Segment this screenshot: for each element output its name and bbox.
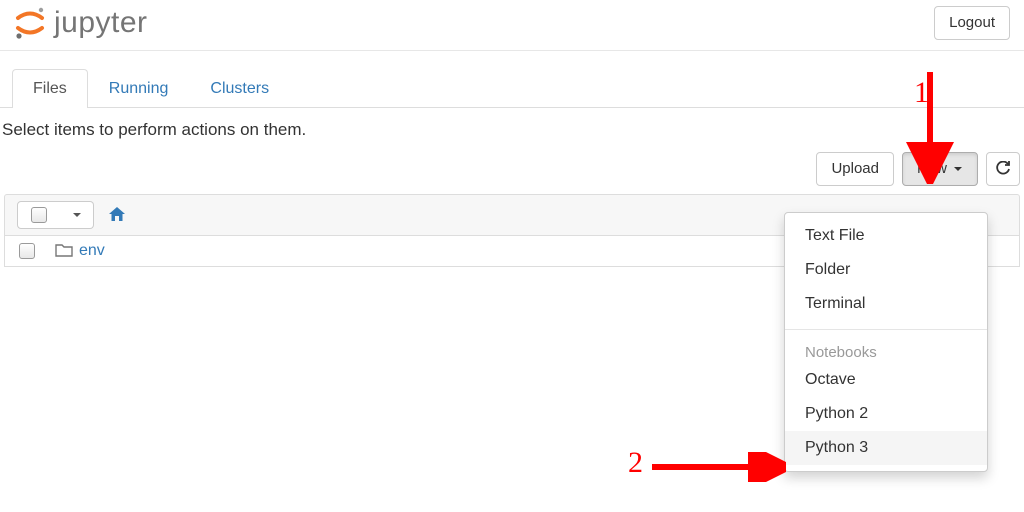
logout-button[interactable]: Logout bbox=[934, 6, 1010, 40]
upload-button[interactable]: Upload bbox=[816, 152, 894, 186]
menu-item-terminal[interactable]: Terminal bbox=[785, 287, 987, 321]
home-icon bbox=[108, 206, 126, 222]
jupyter-logo: jupyter bbox=[14, 6, 148, 40]
header: jupyter Logout bbox=[0, 0, 1024, 51]
new-button[interactable]: New bbox=[902, 152, 978, 186]
toolbar: Upload New bbox=[0, 152, 1024, 194]
sort-dropdown[interactable] bbox=[60, 201, 94, 229]
select-all-checkbox[interactable] bbox=[31, 207, 47, 223]
menu-item-octave[interactable]: Octave bbox=[785, 363, 987, 397]
select-all-wrapper[interactable] bbox=[17, 201, 61, 229]
annotation-number-2: 2 bbox=[628, 446, 643, 480]
menu-item-textfile[interactable]: Text File bbox=[785, 219, 987, 253]
refresh-icon bbox=[995, 161, 1011, 177]
refresh-button[interactable] bbox=[986, 152, 1020, 186]
menu-item-folder[interactable]: Folder bbox=[785, 253, 987, 287]
caret-down-icon bbox=[953, 164, 963, 174]
jupyter-dashboard: jupyter Logout Files Running Clusters Se… bbox=[0, 0, 1024, 512]
caret-down-icon bbox=[72, 210, 82, 220]
breadcrumb-home[interactable] bbox=[108, 206, 126, 225]
folder-icon bbox=[55, 243, 73, 260]
tab-running[interactable]: Running bbox=[88, 69, 190, 108]
jupyter-planet-icon bbox=[14, 6, 46, 40]
row-checkbox[interactable] bbox=[19, 243, 35, 259]
new-dropdown-menu: Text File Folder Terminal Notebooks Octa… bbox=[784, 212, 988, 472]
tab-clusters[interactable]: Clusters bbox=[189, 69, 290, 108]
instruction-text: Select items to perform actions on them. bbox=[0, 108, 1024, 152]
menu-section-notebooks: Notebooks bbox=[785, 338, 987, 363]
logo-text: jupyter bbox=[54, 6, 148, 40]
tab-files[interactable]: Files bbox=[12, 69, 88, 108]
annotation-arrow-2 bbox=[646, 452, 786, 482]
file-link[interactable]: env bbox=[79, 242, 105, 260]
menu-divider bbox=[785, 329, 987, 330]
new-button-label: New bbox=[917, 160, 947, 178]
tabs: Files Running Clusters bbox=[0, 51, 1024, 108]
row-content: env bbox=[55, 242, 105, 260]
menu-item-python2[interactable]: Python 2 bbox=[785, 397, 987, 431]
menu-item-python3[interactable]: Python 3 bbox=[785, 431, 987, 465]
